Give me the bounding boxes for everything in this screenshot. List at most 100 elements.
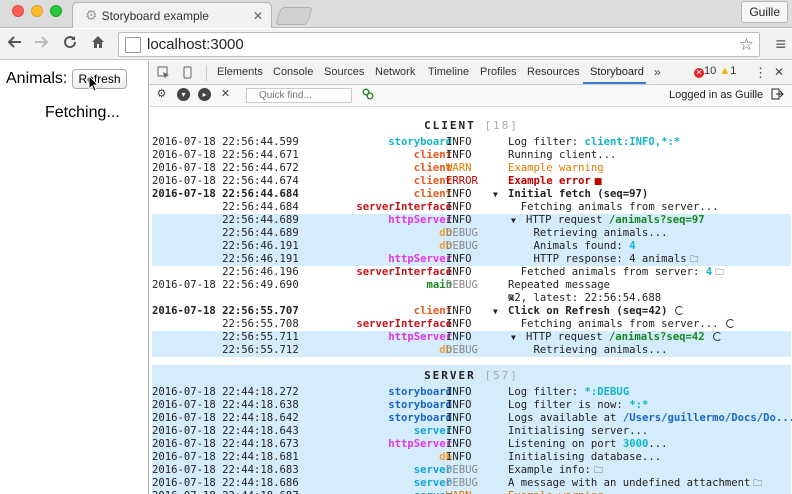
reload-button[interactable] (60, 34, 80, 55)
log-timestamp: 22:56:55.708 (152, 318, 299, 330)
collapse-all-icon[interactable]: ▾ (177, 88, 190, 101)
client-title: CLIENT (424, 119, 476, 132)
new-tab-button[interactable] (275, 7, 313, 25)
log-source: storyboard (388, 399, 452, 411)
server-log-row[interactable]: 2016-07-18 22:44:18.686 server DEBUG A mess… (152, 477, 791, 490)
error-warning-counts[interactable]: ✕ 10 ▲1 (694, 65, 736, 78)
client-log-row[interactable]: 22:56:44.684 serverInterface INFO Fetching… (152, 201, 791, 214)
quick-find-input[interactable] (246, 88, 352, 103)
error-count: 10 (704, 65, 717, 77)
address-bar[interactable]: localhost:3000 ☆ (118, 32, 760, 57)
log-source: httpServer (388, 438, 452, 450)
client-log-row[interactable]: 22:56:46.191 db DEBUG Animals found: 4 (152, 240, 791, 253)
client-log-row[interactable]: 2016-07-18 22:56:44.684 client INFO ▼ Initia… (152, 188, 791, 201)
client-log-row[interactable]: 22:56:55.708 serverInterface INFO Fetching… (152, 318, 791, 331)
browser-tab[interactable]: ⚙ Storyboard example ✕ (72, 2, 272, 28)
folder-icon[interactable]: 🗀 (591, 466, 603, 476)
client-log-row[interactable]: 22:56:46.196 serverInterface INFO Fetched … (152, 266, 791, 279)
folder-icon[interactable]: ■ (591, 177, 603, 187)
logout-icon[interactable] (771, 88, 784, 103)
server-log-row[interactable]: 2016-07-18 22:44:18.272 storyboard INFO Log… (152, 386, 791, 399)
folder-icon[interactable]: 🗀 (750, 479, 762, 489)
client-section-header[interactable]: CLIENT [18] (152, 115, 791, 136)
collapse-arrow-icon[interactable]: ▼ (493, 188, 498, 201)
client-log-row[interactable]: ⧉ x2, latest: 22:56:54.688 (152, 292, 791, 305)
collapse-arrow-icon[interactable]: ▼ (511, 214, 516, 227)
tab-resources[interactable]: Resources (527, 66, 580, 78)
clear-logs-icon[interactable]: ✕ (219, 88, 232, 101)
client-log-row[interactable]: 22:56:46.191 httpServer INFO HTTP response… (152, 253, 791, 266)
star-icon[interactable]: ☆ (739, 35, 754, 55)
tab-sources[interactable]: Sources (324, 66, 364, 78)
device-mode-icon[interactable] (181, 66, 194, 82)
link-icon[interactable] (362, 88, 374, 103)
server-log-row[interactable]: 2016-07-18 22:44:18.638 storyboard INFO Log… (152, 399, 791, 412)
client-log-row[interactable]: 2016-07-18 22:56:49.690 main DEBUG Repeated… (152, 279, 791, 292)
close-devtools-icon[interactable]: ✕ (774, 65, 784, 79)
client-log-row[interactable]: 2016-07-18 22:56:44.599 storyboard INFO Log… (152, 136, 791, 149)
client-log-row[interactable]: 2016-07-18 22:56:44.672 client WARN Example… (152, 162, 791, 175)
folder-icon[interactable]: 🗀 (687, 255, 698, 265)
folder-icon[interactable]: 🗀 (712, 268, 724, 278)
server-log-row[interactable]: 2016-07-18 22:44:18.673 httpServer INFO Lis… (152, 438, 791, 451)
url-text[interactable]: localhost:3000 (147, 36, 739, 53)
client-section: CLIENT [18] 2016-07-18 22:56:44.599 story… (152, 115, 791, 357)
log-message: Example warning (508, 162, 604, 174)
tab-console[interactable]: Console (273, 66, 313, 78)
log-source: storyboard (388, 386, 452, 398)
loading-spinner-icon (675, 306, 685, 315)
tab-elements[interactable]: Elements (217, 66, 263, 78)
forward-button[interactable] (31, 34, 51, 55)
log-message: ⧉ x2, latest: 22:56:54.688 (508, 292, 662, 304)
client-log-row[interactable]: 2016-07-18 22:56:44.671 client INFO Running… (152, 149, 791, 162)
divider (206, 65, 207, 81)
fetching-status: Fetching... (45, 104, 120, 121)
log-message: Listening on port 3000... (508, 438, 668, 450)
page-icon (125, 36, 141, 53)
client-log-row[interactable]: 22:56:44.689 httpServer INFO ▼ HTTP request … (152, 214, 791, 227)
mouse-cursor-icon (88, 74, 100, 97)
maximize-window-button[interactable] (50, 5, 62, 17)
home-button[interactable] (88, 34, 108, 55)
back-button[interactable] (5, 34, 25, 55)
log-timestamp: 2016-07-18 22:44:18.686 (152, 477, 299, 489)
client-log-row[interactable]: 22:56:55.712 db DEBUG Retrieving animals..… (152, 344, 791, 357)
log-timestamp: 22:56:55.711 (152, 331, 299, 343)
warning-icon: ▲ (719, 65, 731, 77)
page-content: Animals: Refresh Fetching... (0, 61, 148, 494)
tab-timeline[interactable]: Timeline (428, 66, 469, 78)
close-window-button[interactable] (12, 5, 24, 17)
collapse-arrow-icon[interactable]: ▼ (493, 305, 498, 318)
client-log-row[interactable]: 22:56:44.689 db DEBUG Retrieving animals..… (152, 227, 791, 240)
more-tabs-icon[interactable]: » (654, 65, 661, 79)
settings-gear-icon[interactable]: ⚙ (155, 88, 168, 101)
devtools-menu-icon[interactable]: ⋮ (754, 65, 767, 81)
tab-network[interactable]: Network (375, 66, 415, 78)
tab-title: Storyboard example (101, 8, 209, 23)
minimize-window-button[interactable] (31, 5, 43, 17)
close-tab-icon[interactable]: ✕ (253, 9, 263, 23)
log-timestamp: 2016-07-18 22:56:44.671 (152, 149, 299, 161)
server-section-header[interactable]: SERVER [57] (152, 365, 791, 386)
inspect-icon[interactable] (157, 66, 170, 82)
log-message: Example warning (508, 490, 604, 494)
tab-profiles[interactable]: Profiles (480, 66, 517, 78)
client-log-row[interactable]: 22:56:55.711 httpServer INFO ▼ HTTP request … (152, 331, 791, 344)
log-timestamp: 2016-07-18 22:56:44.674 (152, 175, 299, 187)
profile-button[interactable]: Guille (741, 1, 788, 23)
server-log-row[interactable]: 2016-07-18 22:44:18.642 storyboard INFO Log… (152, 412, 792, 425)
collapse-arrow-icon[interactable]: ▼ (511, 331, 516, 344)
expand-all-icon[interactable]: ▸ (198, 88, 211, 101)
log-message: Initial fetch (seq=97) (508, 188, 649, 200)
active-tab-indicator (583, 82, 646, 84)
server-log-row[interactable]: 2016-07-18 22:44:18.681 db INFO Initialisin… (152, 451, 791, 464)
client-log-row[interactable]: 2016-07-18 22:56:55.707 client INFO ▼ Click … (152, 305, 791, 318)
menu-icon[interactable]: ≡ (775, 34, 786, 55)
server-log-row[interactable]: 2016-07-18 22:44:18.643 server INFO Initial… (152, 425, 791, 438)
server-log-row[interactable]: 2016-07-18 22:44:18.687serverWARNExample… (152, 490, 791, 494)
repeat-icon: ⧉ (508, 293, 518, 303)
server-log-row[interactable]: 2016-07-18 22:44:18.683 server DEBUG Exampl… (152, 464, 791, 477)
tab-storyboard[interactable]: Storyboard (590, 66, 644, 78)
log-level: INFO (446, 305, 472, 317)
client-log-row[interactable]: 2016-07-18 22:56:44.674 client ERROR Exampl… (152, 175, 791, 188)
